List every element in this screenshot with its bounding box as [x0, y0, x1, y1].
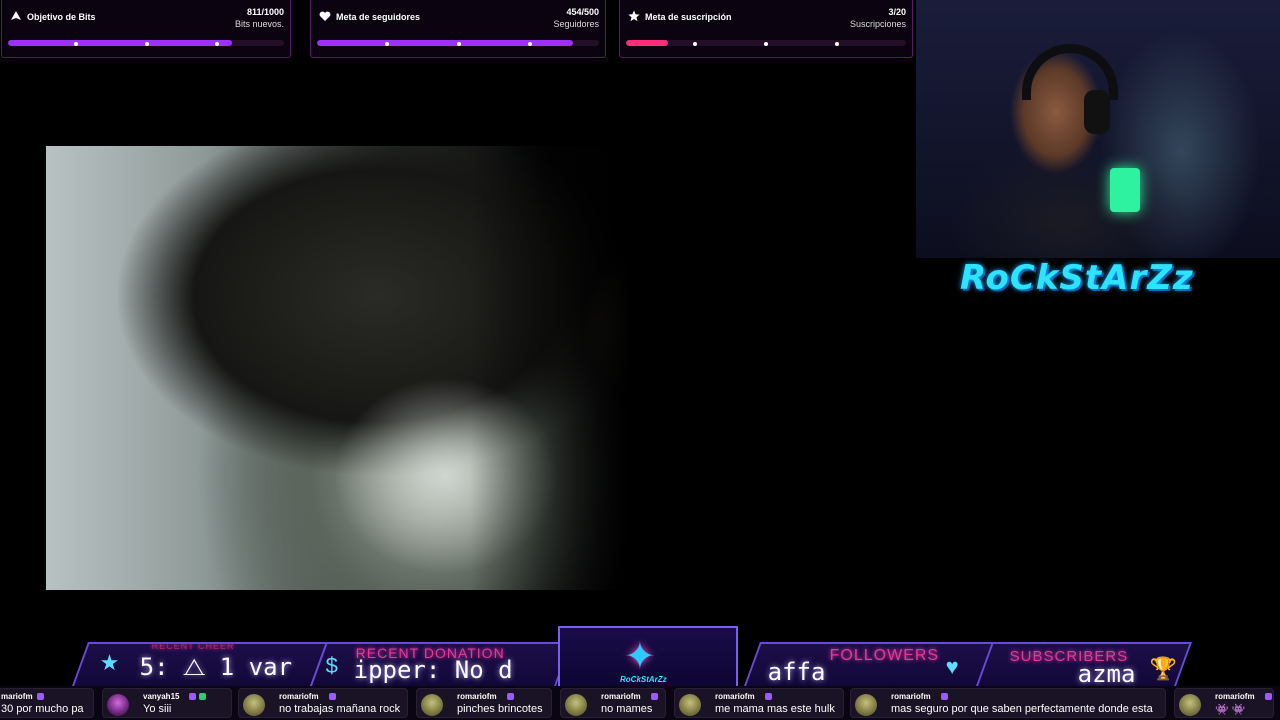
user-avatar: [243, 694, 265, 716]
chat-username: romariofm: [715, 692, 755, 701]
chat-username: romariofm: [891, 692, 931, 701]
chat-message: romariofm mas seguro por que saben perfe…: [850, 688, 1166, 718]
goal-count: 811/1000: [246, 7, 284, 17]
chat-username: mariofm: [1, 692, 33, 701]
goal-marker: [215, 42, 219, 46]
green-light: [1110, 168, 1140, 212]
chat-text: pinches brincotes: [457, 703, 543, 715]
money-icon: $: [325, 653, 338, 678]
goal-title: Meta de seguidores: [336, 12, 421, 22]
star-icon: [628, 10, 640, 22]
headset-earcup: [1084, 90, 1110, 134]
user-avatar: [679, 694, 701, 716]
recent-cheer-panel: RECENT CHEER ★ 5: ⧍ 1 var: [71, 642, 329, 686]
goal-subtitle: Suscripciones: [849, 19, 906, 29]
goal-progress-fill: [8, 40, 232, 46]
sub-badge-icon: [37, 693, 44, 700]
chat-text: 30 por mucho pa: [1, 703, 84, 715]
bits-icon: [11, 11, 21, 20]
chat-text: 👾 👾: [1215, 704, 1246, 716]
recent-donation-value: ipper: No d: [353, 656, 513, 684]
goal-marker: [764, 42, 768, 46]
bits-goal-widget: Objetivo de Bits 811/1000 Bits nuevos.: [1, 0, 291, 58]
heart-icon: ♥: [945, 654, 959, 679]
chat-message: mariofm 30 por mucho pa: [0, 688, 94, 718]
goal-marker: [693, 42, 697, 46]
recent-cheer-value: 5: ⧍ 1 var: [139, 653, 293, 681]
trophy-icon: 🏆: [1149, 656, 1178, 681]
chat-text: mas seguro por que saben perfectamente d…: [891, 703, 1153, 715]
chat-text: Yo siii: [143, 703, 172, 715]
followers-panel: FOLLOWERS affa ♥: [743, 642, 999, 686]
center-logo-badge: ✦ RoCkStArZz: [558, 626, 738, 686]
user-avatar: [107, 694, 129, 716]
goal-marker: [457, 42, 461, 46]
subscription-goal-widget: Meta de suscripción 3/20 Suscripciones: [619, 0, 913, 58]
logo-star-icon: ✦: [624, 636, 656, 678]
video-player-frame[interactable]: [46, 146, 760, 590]
chat-message: romariofm pinches brincotes: [416, 688, 552, 718]
vip-badge-icon: [199, 693, 206, 700]
sub-badge-icon: [765, 693, 772, 700]
recent-cheer-label: RECENT CHEER: [151, 642, 235, 651]
goal-marker: [74, 42, 78, 46]
chat-message: romariofm no trabajas mañana rock: [238, 688, 408, 718]
heart-icon: [319, 11, 331, 21]
chat-text: me mama mas este hulk: [715, 703, 835, 715]
chat-ticker: mariofm 30 por mucho pa vanyah15 Yo siii…: [0, 686, 1280, 720]
goal-count: 454/500: [566, 7, 599, 17]
goal-marker: [835, 42, 839, 46]
chat-message: vanyah15 Yo siii: [102, 688, 232, 718]
video-shadow: [470, 146, 760, 590]
followers-label: FOLLOWERS: [829, 647, 940, 664]
sub-badge-icon: [1265, 693, 1272, 700]
center-badge-text: RoCkStArZz: [620, 675, 667, 684]
chat-username: romariofm: [601, 692, 641, 701]
followers-goal-widget: Meta de seguidores 454/500 Seguidores: [310, 0, 606, 58]
goal-title: Objetivo de Bits: [27, 12, 96, 22]
goal-title: Meta de suscripción: [645, 12, 732, 22]
goal-marker: [528, 42, 532, 46]
user-avatar: [855, 694, 877, 716]
goal-count: 3/20: [888, 7, 906, 17]
chat-message: romariofm me mama mas este hulk: [674, 688, 844, 718]
recent-donation-panel: RECENT DONATION $ ipper: No d: [309, 642, 573, 686]
followers-value: affa: [767, 658, 826, 686]
chat-message: romariofm 👾 👾: [1174, 688, 1274, 718]
streamer-logo: RoCkStArZz: [960, 258, 1194, 298]
webcam-feed: [916, 0, 1280, 258]
sub-badge-icon: [189, 693, 196, 700]
sub-badge-icon: [507, 693, 514, 700]
chat-text: no trabajas mañana rock: [279, 703, 401, 715]
user-avatar: [565, 694, 587, 716]
goal-marker: [385, 42, 389, 46]
star-icon: ★: [99, 650, 120, 675]
sub-badge-icon: [651, 693, 658, 700]
chat-username: romariofm: [457, 692, 497, 701]
goal-subtitle: Bits nuevos.: [234, 19, 284, 29]
goal-progress-fill: [626, 40, 668, 46]
user-avatar: [1179, 694, 1201, 716]
chat-username: romariofm: [279, 692, 319, 701]
chat-username: romariofm: [1215, 692, 1255, 701]
sub-badge-icon: [941, 693, 948, 700]
user-avatar: [421, 694, 443, 716]
chat-text: no mames: [601, 703, 653, 715]
goal-progress-fill: [317, 40, 574, 46]
goal-subtitle: Seguidores: [553, 19, 599, 29]
goal-marker: [145, 42, 149, 46]
subscribers-value: azma: [1077, 660, 1136, 686]
alert-bar: RECENT CHEER ★ 5: ⧍ 1 var RECENT DONATIO…: [0, 626, 1280, 686]
sub-badge-icon: [329, 693, 336, 700]
subscribers-panel: SUBSCRIBERS azma 🏆: [975, 642, 1193, 686]
chat-username: vanyah15: [143, 692, 180, 701]
chat-message: romariofm no mames: [560, 688, 666, 718]
